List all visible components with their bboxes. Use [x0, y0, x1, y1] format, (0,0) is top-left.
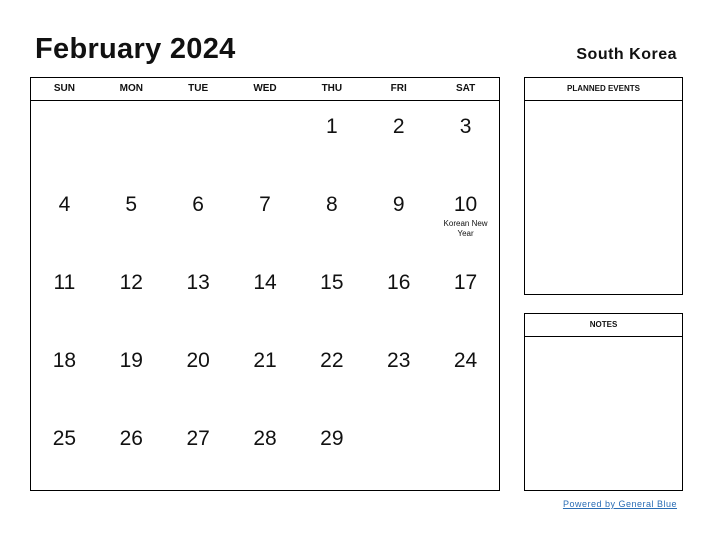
- day-cell: 13: [165, 257, 232, 335]
- day-number: 24: [453, 349, 478, 372]
- day-cell: 25: [31, 413, 98, 491]
- day-number: 5: [125, 193, 138, 216]
- day-cell: 6: [165, 179, 232, 257]
- day-number: 15: [320, 271, 344, 294]
- day-cell: 18: [31, 335, 98, 413]
- day-number: 11: [53, 271, 76, 294]
- day-number: 4: [58, 193, 71, 216]
- day-cell: [365, 413, 432, 491]
- day-number: [432, 413, 499, 427]
- day-cell: 21: [232, 335, 299, 413]
- day-number: 10: [453, 193, 478, 216]
- day-number: 7: [259, 193, 271, 216]
- planned-events-heading: PLANNED EVENTS: [525, 78, 682, 101]
- calendar-grid: SUN MON TUE WED THU FRI SAT 1 2 3 4 5 6 7 8 9 10 K…: [30, 77, 500, 491]
- day-cell: 4: [31, 179, 98, 257]
- day-number: 12: [119, 271, 143, 294]
- weekday-header: SUN MON TUE WED THU FRI SAT: [31, 78, 499, 101]
- day-cell: 19: [98, 335, 165, 413]
- day-cell: 14: [232, 257, 299, 335]
- holiday-label: Korean New Year: [443, 219, 488, 238]
- day-number: 22: [320, 349, 344, 372]
- day-number: 29: [320, 427, 344, 450]
- day-cell: 29: [298, 413, 365, 491]
- page-title: February 2024: [35, 33, 236, 65]
- day-number: 23: [387, 349, 411, 372]
- day-cell: 23: [365, 335, 432, 413]
- day-cell: 2: [365, 101, 432, 179]
- powered-by-link[interactable]: Powered by General Blue: [563, 499, 677, 509]
- weekday-mon: MON: [119, 83, 143, 94]
- day-cell: 10 Korean New Year: [432, 179, 499, 257]
- day-number: 3: [459, 115, 472, 138]
- weekday-wed: WED: [253, 83, 277, 94]
- day-cell: [98, 101, 165, 179]
- day-cell: 24: [432, 335, 499, 413]
- day-number: 8: [326, 193, 338, 216]
- day-number: 25: [52, 427, 77, 450]
- day-cell: [432, 413, 499, 491]
- weekday-sat: SAT: [455, 83, 476, 94]
- day-number: 18: [52, 349, 77, 372]
- day-cell: 16: [365, 257, 432, 335]
- day-cell: [31, 101, 98, 179]
- day-number: 2: [392, 115, 405, 138]
- day-number: 20: [186, 349, 210, 372]
- day-number: 21: [253, 349, 277, 372]
- day-number: [98, 101, 165, 115]
- weekday-thu: THU: [321, 83, 343, 94]
- weekday-tue: TUE: [188, 83, 209, 94]
- day-number: [31, 101, 98, 115]
- day-number: 14: [253, 271, 277, 294]
- day-cell: 22: [298, 335, 365, 413]
- day-cell: 11: [31, 257, 98, 335]
- day-number: 27: [186, 427, 210, 450]
- day-number: [165, 101, 232, 115]
- day-number: 17: [453, 271, 478, 294]
- notes-panel: NOTES: [524, 313, 683, 491]
- day-cell: 28: [232, 413, 299, 491]
- day-cell: [165, 101, 232, 179]
- day-number: 13: [186, 271, 210, 294]
- day-cell: 15: [298, 257, 365, 335]
- day-number: [365, 413, 432, 427]
- day-number: 19: [119, 349, 143, 372]
- day-cell: 8: [298, 179, 365, 257]
- day-cell: 26: [98, 413, 165, 491]
- notes-heading: NOTES: [525, 314, 682, 337]
- day-cell: [232, 101, 299, 179]
- weekday-sun: SUN: [53, 83, 75, 94]
- day-cell: 12: [98, 257, 165, 335]
- day-cell: 7: [232, 179, 299, 257]
- day-cell: 5: [98, 179, 165, 257]
- day-cell: 1: [298, 101, 365, 179]
- weekday-fri: FRI: [390, 83, 407, 94]
- day-cell: 9: [365, 179, 432, 257]
- day-cell: 3: [432, 101, 499, 179]
- day-number: 26: [119, 427, 143, 450]
- day-cell: 17: [432, 257, 499, 335]
- day-cell: 20: [165, 335, 232, 413]
- day-number: 16: [387, 271, 411, 294]
- planned-events-panel: PLANNED EVENTS: [524, 77, 683, 295]
- day-cell: 27: [165, 413, 232, 491]
- day-number: [232, 101, 299, 115]
- country-label: South Korea: [576, 46, 677, 63]
- day-number: 28: [253, 427, 277, 450]
- day-number: 9: [392, 193, 405, 216]
- day-number: 6: [192, 193, 204, 216]
- calendar-days: 1 2 3 4 5 6 7 8 9 10 Korean New Year 11 12 13 14 15 16 17…: [31, 101, 499, 491]
- day-number: 1: [326, 115, 338, 138]
